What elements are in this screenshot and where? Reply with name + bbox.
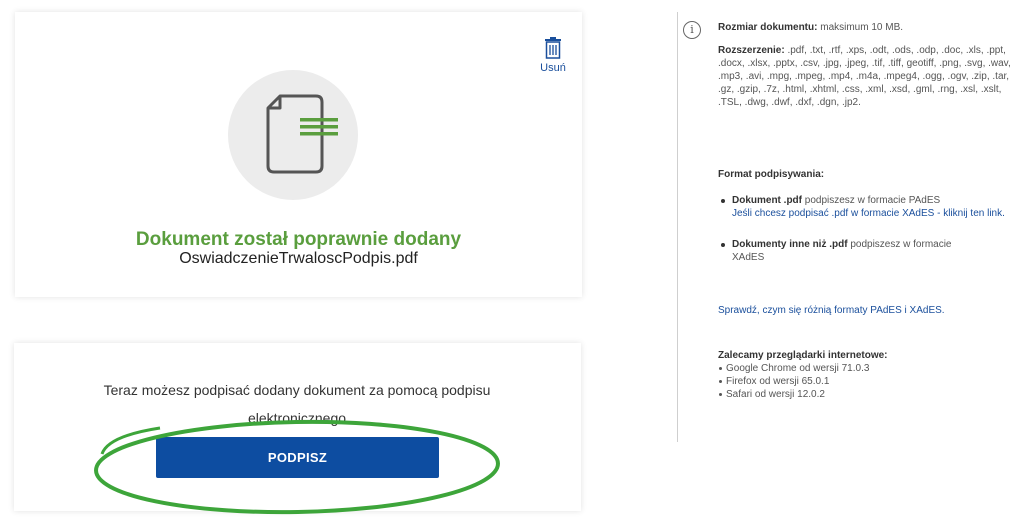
pdf-format-text: podpiszesz w formacie PAdES xyxy=(804,195,941,206)
extensions-info: Rozszerzenie: .pdf, .txt, .rtf, .xps, .o… xyxy=(718,44,1013,109)
format-title-text: Format podpisywania: xyxy=(718,169,825,180)
list-item: Safari od wersji 12.0.2 xyxy=(718,388,1018,401)
pdf-format-bold: Dokument .pdf xyxy=(732,195,802,206)
delete-button[interactable]: Usuń xyxy=(538,37,568,74)
format-title: Format podpisywania: xyxy=(718,168,1018,181)
document-illustration xyxy=(228,70,358,200)
document-icon xyxy=(266,94,338,174)
sign-card: Teraz możesz podpisać dodany dokument za… xyxy=(14,343,581,511)
sign-instruction: Teraz możesz podpisać dodany dokument za… xyxy=(103,382,491,426)
list-item: Google Chrome od wersji 71.0.3 xyxy=(718,362,1018,375)
trash-icon xyxy=(545,37,561,59)
upload-card: Usuń Dokument został poprawnie dodany Os… xyxy=(15,12,582,297)
format-list: Dokument .pdf podpiszesz w formacie PAdE… xyxy=(718,194,1023,264)
xades-pdf-link[interactable]: Jeśli chcesz podpisać .pdf w formacie XA… xyxy=(732,208,1005,219)
size-value: maksimum 10 MB. xyxy=(820,22,904,33)
list-item: Dokument .pdf podpiszesz w formacie PAdE… xyxy=(718,194,1023,220)
diff-link-row: Sprawdź, czym się różnią formaty PAdES i… xyxy=(718,304,1023,317)
size-label: Rozmiar dokumentu: xyxy=(718,22,818,33)
upload-success-title: Dokument został poprawnie dodany xyxy=(135,229,462,250)
size-info: Rozmiar dokumentu: maksimum 10 MB. xyxy=(718,21,1018,34)
list-item: Firefox od wersji 65.0.1 xyxy=(718,375,1018,388)
extensions-label: Rozszerzenie: xyxy=(718,45,785,56)
list-item: Dokumenty inne niż .pdf podpiszesz w for… xyxy=(718,238,972,264)
info-icon: i xyxy=(683,21,701,39)
delete-label[interactable]: Usuń xyxy=(538,62,568,74)
browsers-title: Zalecamy przeglądarki internetowe: xyxy=(718,350,888,361)
sign-button[interactable]: PODPISZ xyxy=(156,437,439,478)
formats-difference-link[interactable]: Sprawdź, czym się różnią formaty PAdES i… xyxy=(718,305,945,316)
other-format-bold: Dokumenty inne niż .pdf xyxy=(732,239,848,250)
uploaded-filename: OswiadczenieTrwaloscPodpis.pdf xyxy=(179,250,418,267)
browsers-info: Zalecamy przeglądarki internetowe: Googl… xyxy=(718,349,1018,401)
